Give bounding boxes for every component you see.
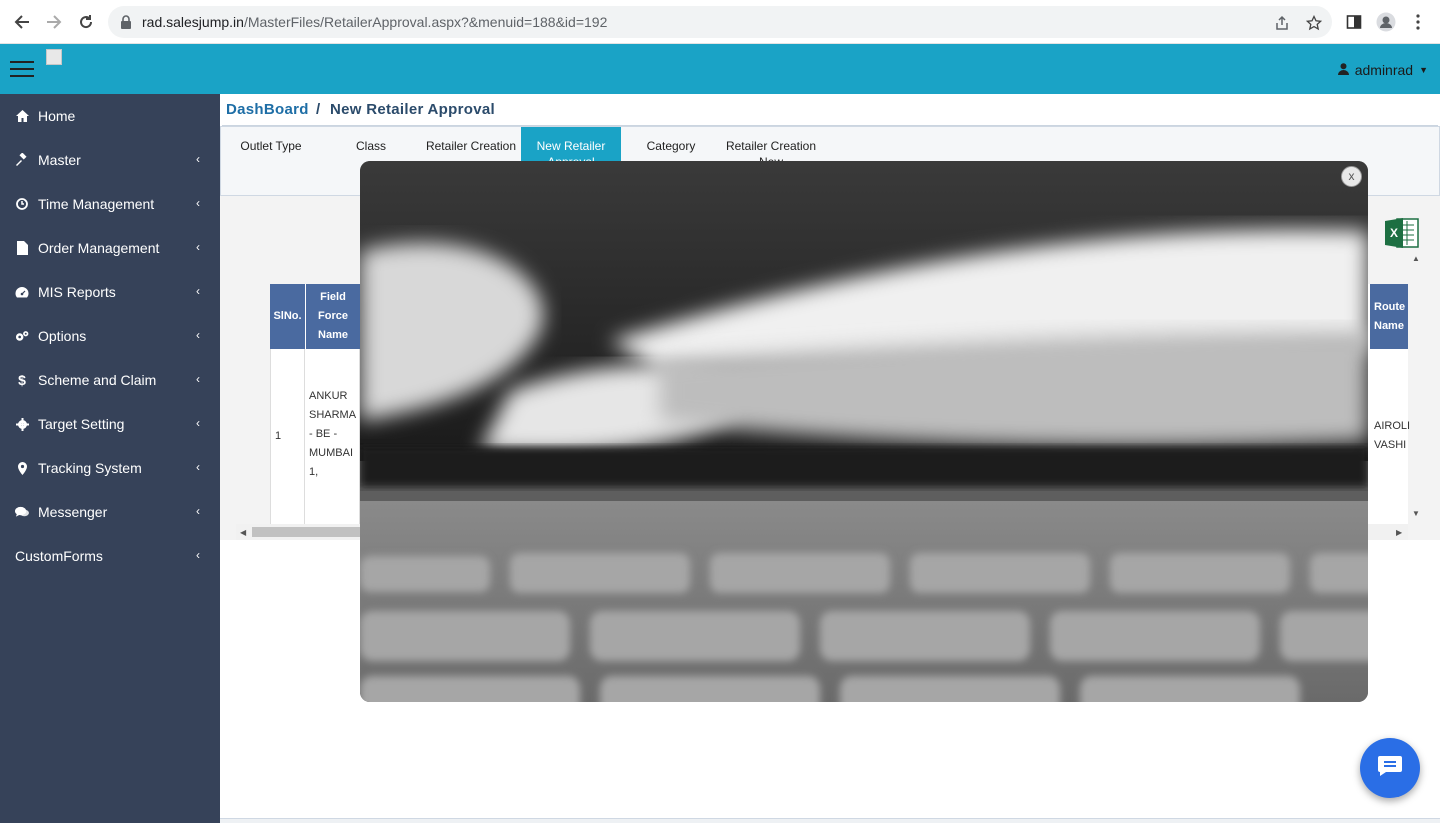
- scroll-down-arrow-icon[interactable]: ▼: [1412, 509, 1420, 518]
- breadcrumb-separator: /: [316, 101, 321, 118]
- tab-retailer-creation-new[interactable]: Retailer Creation New: [721, 127, 821, 163]
- sidebar-item-messenger[interactable]: Messenger ‹: [0, 490, 220, 534]
- tab-retailer-creation[interactable]: Retailer Creation: [421, 127, 521, 163]
- sidebar-item-customforms[interactable]: CustomForms ‹: [0, 534, 220, 578]
- image-lightbox: x: [360, 161, 1368, 702]
- reload-icon[interactable]: [74, 10, 98, 34]
- clock-icon: [15, 197, 29, 211]
- excel-export-icon[interactable]: X: [1385, 218, 1419, 248]
- comments-icon: [15, 505, 29, 519]
- breadcrumb-dashboard-link[interactable]: DashBoard: [226, 101, 309, 118]
- chat-icon: [1377, 755, 1403, 782]
- scroll-up-arrow-icon[interactable]: ▲: [1412, 254, 1420, 263]
- close-lightbox-button[interactable]: x: [1341, 166, 1362, 187]
- chevron-left-icon: ‹: [196, 284, 200, 298]
- sidebar-item-mis-reports[interactable]: MIS Reports ‹: [0, 270, 220, 314]
- tab-new-retailer-approval[interactable]: New Retailer Approval: [521, 127, 621, 163]
- sidebar-item-tracking-system[interactable]: Tracking System ‹: [0, 446, 220, 490]
- logo-image: [46, 49, 62, 65]
- caret-down-icon: ▼: [1419, 65, 1428, 75]
- more-vertical-icon[interactable]: [1406, 10, 1430, 34]
- sidebar-item-order-management[interactable]: Order Management ‹: [0, 226, 220, 270]
- cell-field-force-name: ANKUR SHARMA - BE - MUMBAI 1,: [306, 349, 360, 524]
- column-header-slno: SlNo.: [270, 284, 305, 349]
- sidebar-item-master[interactable]: Master ‹: [0, 138, 220, 182]
- breadcrumb: DashBoard / New Retailer Approval: [222, 96, 1438, 126]
- column-header-route-name: Route Name: [1370, 284, 1408, 349]
- dollar-icon: $: [18, 372, 26, 388]
- chevron-left-icon: ‹: [196, 460, 200, 474]
- url-text: rad.salesjump.in/MasterFiles/RetailerApp…: [142, 14, 608, 30]
- share-icon[interactable]: [1272, 14, 1292, 32]
- chevron-left-icon: ‹: [196, 328, 200, 342]
- retailer-photo: [360, 161, 1368, 702]
- scroll-left-arrow-icon[interactable]: ◀: [240, 528, 246, 537]
- sidebar-item-time-management[interactable]: Time Management ‹: [0, 182, 220, 226]
- file-icon: [15, 241, 29, 255]
- user-menu[interactable]: adminrad ▼: [1337, 62, 1428, 78]
- cogs-icon: [15, 329, 29, 343]
- chevron-left-icon: ‹: [196, 548, 200, 562]
- tab-category[interactable]: Category: [621, 127, 721, 163]
- sidebar: Home Master ‹ Time Management ‹ Order Ma…: [0, 94, 220, 823]
- gear-icon: [15, 417, 29, 431]
- bookmark-star-icon[interactable]: [1304, 14, 1324, 32]
- footer-border: [220, 818, 1440, 823]
- scroll-right-arrow-icon[interactable]: ▶: [1396, 528, 1402, 537]
- browser-toolbar: rad.salesjump.in/MasterFiles/RetailerApp…: [0, 0, 1440, 44]
- sidebar-item-options[interactable]: Options ‹: [0, 314, 220, 358]
- tab-outlet-type[interactable]: Outlet Type: [221, 127, 321, 163]
- gavel-icon: [15, 153, 29, 167]
- sidepanel-icon[interactable]: [1342, 10, 1366, 34]
- username: adminrad: [1354, 62, 1414, 78]
- home-icon: [15, 109, 29, 123]
- back-arrow-icon[interactable]: [10, 10, 34, 34]
- column-header-field-force-name: Field Force Name: [306, 284, 360, 349]
- chevron-left-icon: ‹: [196, 372, 200, 386]
- sidebar-item-target-setting[interactable]: Target Setting ‹: [0, 402, 220, 446]
- cell-route-name: AIROLI VASHI: [1374, 420, 1411, 451]
- chevron-left-icon: ‹: [196, 152, 200, 166]
- page-title: New Retailer Approval: [330, 101, 495, 118]
- lock-icon: [120, 15, 132, 34]
- chevron-left-icon: ‹: [196, 416, 200, 430]
- cell-slno: 1: [270, 349, 305, 524]
- dashboard-icon: [15, 285, 29, 299]
- svg-text:X: X: [1390, 226, 1398, 240]
- app-header: adminrad ▼: [0, 44, 1440, 94]
- hamburger-menu-icon[interactable]: [10, 61, 34, 79]
- chevron-left-icon: ‹: [196, 196, 200, 210]
- tab-class[interactable]: Class: [321, 127, 421, 163]
- forward-arrow-icon[interactable]: [42, 10, 66, 34]
- sidebar-item-scheme-and-claim[interactable]: $ Scheme and Claim ‹: [0, 358, 220, 402]
- map-marker-icon: [15, 461, 29, 475]
- chevron-left-icon: ‹: [196, 240, 200, 254]
- user-icon: [1337, 62, 1349, 78]
- scrollbar-thumb[interactable]: [252, 527, 372, 537]
- chat-widget-button[interactable]: [1360, 738, 1420, 798]
- chevron-left-icon: ‹: [196, 504, 200, 518]
- profile-avatar-icon[interactable]: [1374, 10, 1398, 34]
- sidebar-item-home[interactable]: Home: [0, 94, 220, 138]
- address-bar[interactable]: rad.salesjump.in/MasterFiles/RetailerApp…: [108, 6, 1332, 38]
